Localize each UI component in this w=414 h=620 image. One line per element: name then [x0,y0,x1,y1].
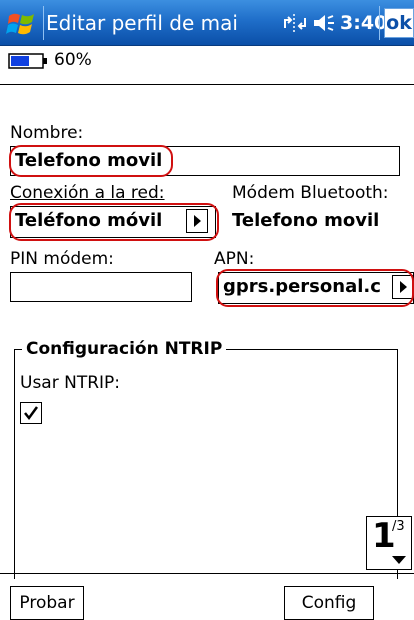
apn-label: APN: [214,249,255,269]
checkbox-check-icon [24,406,39,421]
clock[interactable]: 3:40 [340,9,387,37]
highlight-circle [216,269,414,307]
connectivity-icon[interactable] [282,12,308,34]
conexion-label: Conexión a la red: [10,183,165,203]
divider [0,84,414,85]
window-title: Editar perfil de mai [46,11,238,35]
page-total: /3 [392,519,405,534]
usar-ntrip-label: Usar NTRIP: [20,373,121,393]
config-button[interactable]: Config [284,586,374,620]
pin-input[interactable] [10,272,192,302]
modem-bt-label: Módem Bluetooth: [232,183,389,203]
ntrip-group-title: Configuración NTRIP [22,336,227,362]
chevron-down-icon[interactable] [392,556,406,564]
title-separator [379,6,380,40]
highlight-circle [9,145,173,177]
battery-percent: 60% [54,50,92,70]
volume-icon[interactable] [312,12,336,34]
ok-button[interactable]: ok [384,8,414,38]
nombre-label: Nombre: [10,123,84,143]
modem-bt-value: Telefono movil [232,210,380,231]
pin-label: PIN módem: [10,249,114,269]
usar-ntrip-checkbox[interactable] [20,402,42,424]
divider [0,573,414,574]
title-separator [43,6,44,40]
battery-icon [8,53,47,69]
probar-button[interactable]: Probar [10,586,84,620]
windows-logo-icon[interactable] [6,7,38,39]
highlight-circle [9,203,219,241]
